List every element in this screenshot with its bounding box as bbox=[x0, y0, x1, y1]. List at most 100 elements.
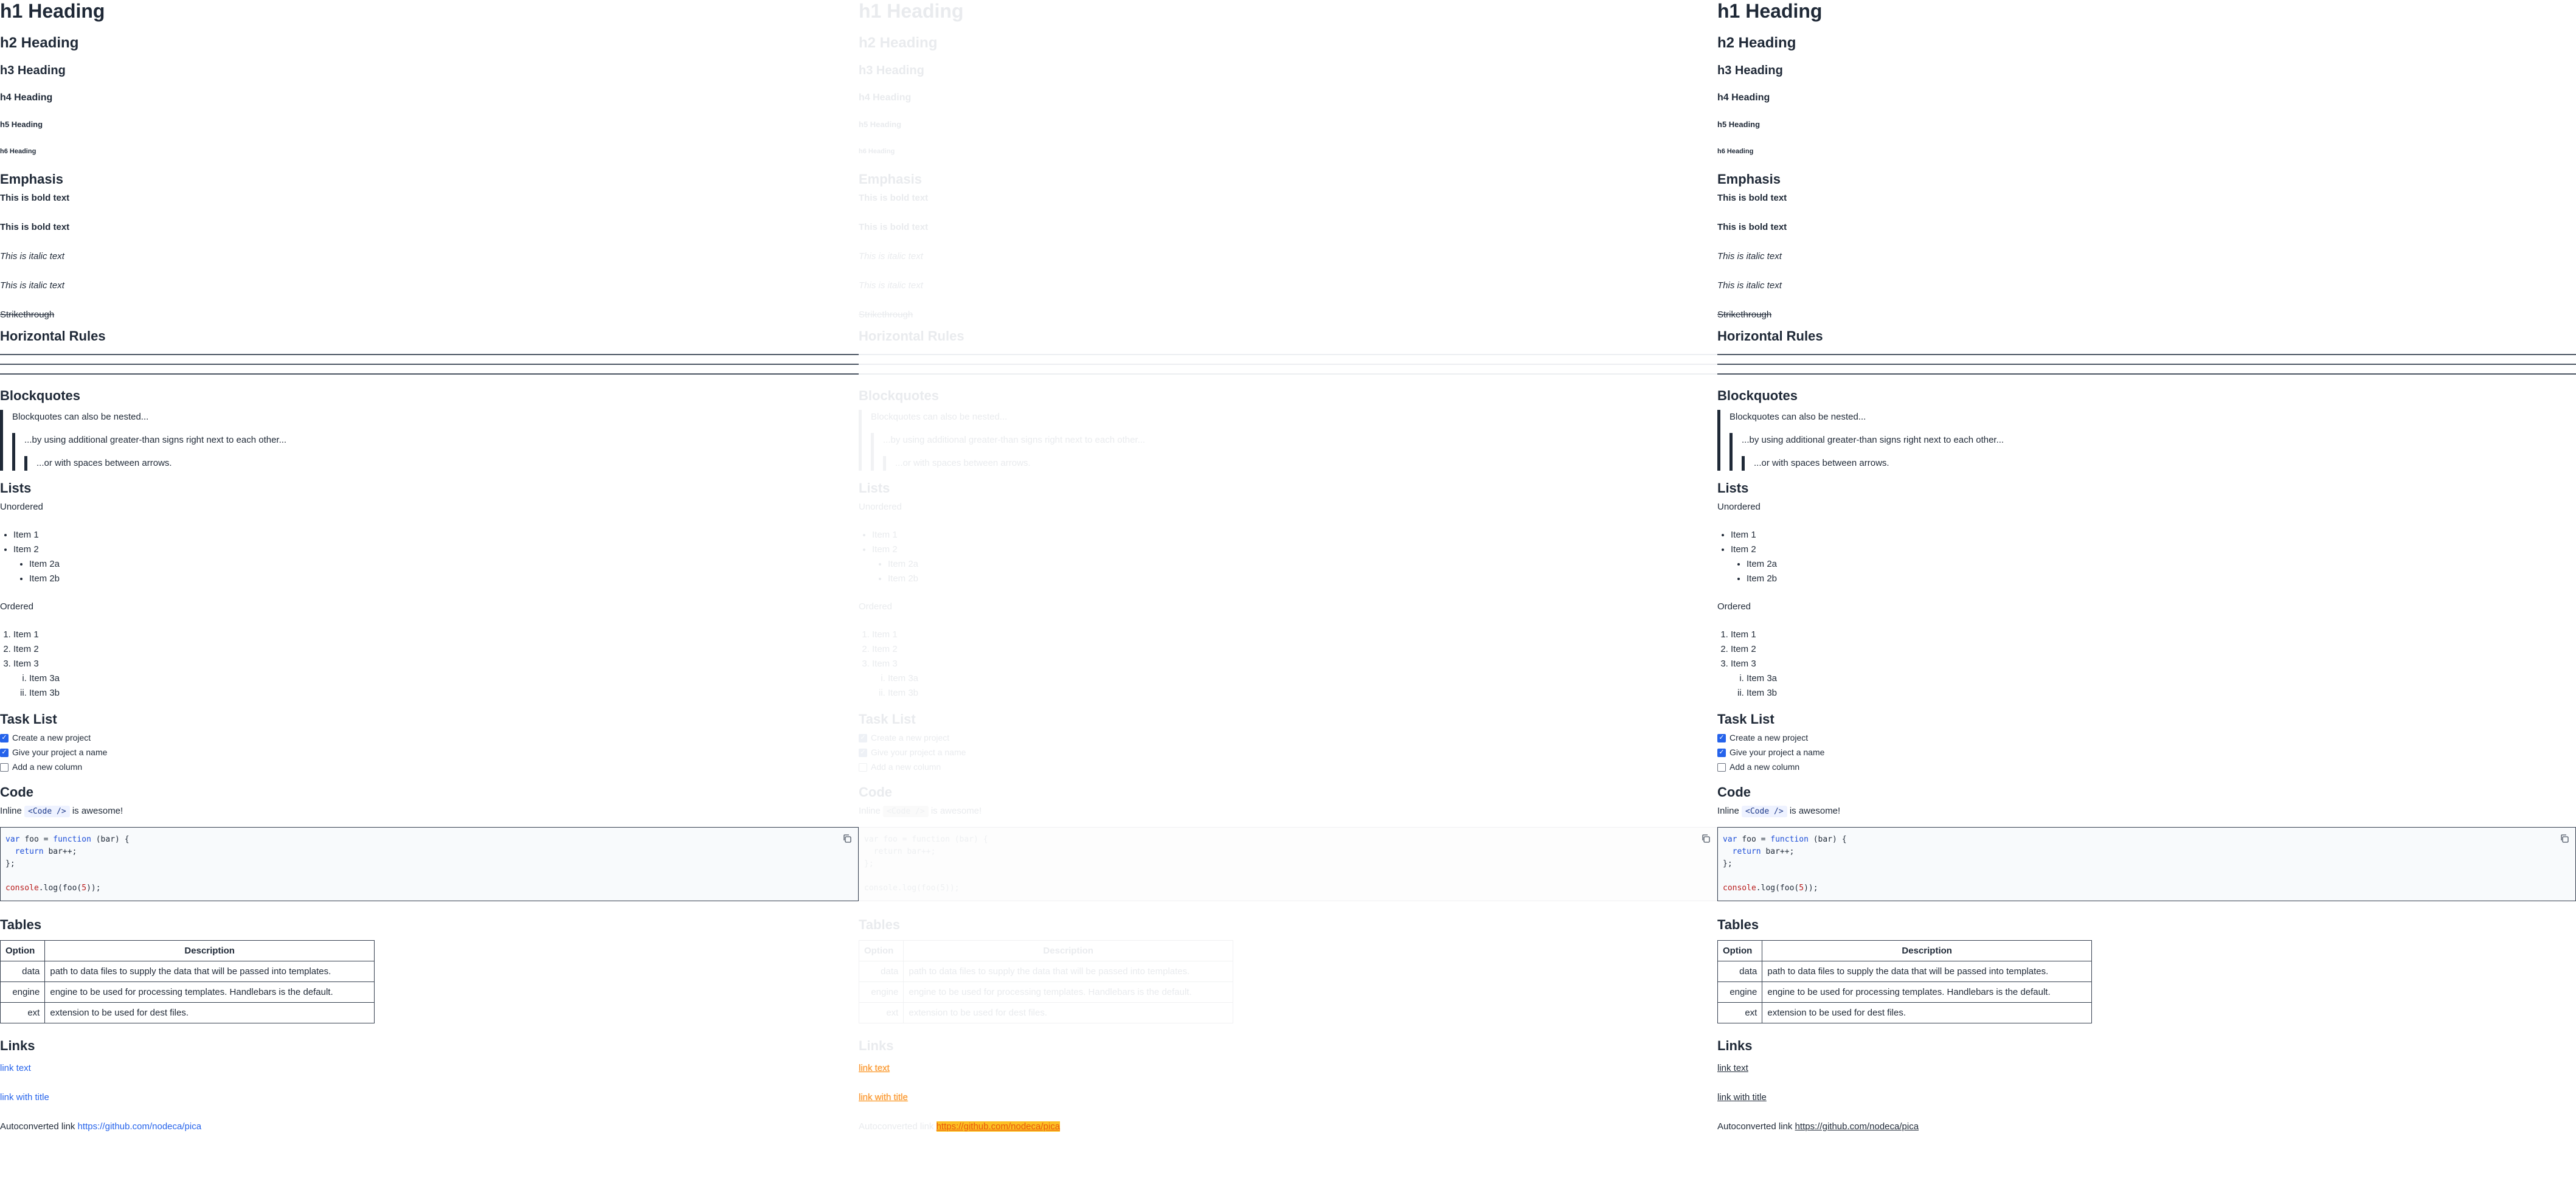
autoconverted-link[interactable]: https://github.com/nodeca/pica bbox=[1795, 1121, 1919, 1132]
list-item: Item 1 bbox=[1731, 628, 2576, 642]
heading-6: h6 Heading bbox=[1717, 148, 1754, 155]
checkbox-checked-icon[interactable]: ✓ bbox=[859, 734, 867, 742]
code-token: )); bbox=[1804, 884, 1818, 893]
task-item[interactable]: ✓ Create a new project bbox=[1717, 731, 2576, 746]
code-token: )); bbox=[86, 884, 101, 893]
copy-icon[interactable] bbox=[2560, 834, 2569, 843]
blockquote-level-2: ...by using additional greater-than sign… bbox=[12, 433, 859, 471]
list-item: Item 3a bbox=[29, 671, 859, 686]
list-item: Item 2a bbox=[1747, 557, 2576, 572]
checkbox-checked-icon[interactable]: ✓ bbox=[859, 749, 867, 757]
link-text[interactable]: link text bbox=[0, 1063, 31, 1073]
unordered-list: Item 1 Item 2 Item 2a Item 2b bbox=[0, 528, 859, 586]
horizontal-rule-2 bbox=[1717, 364, 2576, 365]
checkbox-checked-icon[interactable]: ✓ bbox=[1717, 734, 1726, 742]
table-cell: engine to be used for processing templat… bbox=[1762, 981, 2092, 1003]
table-cell: ext bbox=[0, 1002, 46, 1023]
checkbox-checked-icon[interactable]: ✓ bbox=[0, 749, 9, 757]
task-label: Give your project a name bbox=[12, 747, 108, 758]
code-block: var foo = function (bar) { return bar++;… bbox=[0, 827, 859, 901]
unordered-sublist: Item 2a Item 2b bbox=[1731, 557, 2576, 586]
heading-1: h1 Heading bbox=[859, 0, 964, 22]
autoconverted-link[interactable]: https://github.com/nodeca/pica bbox=[78, 1121, 201, 1132]
heading-6: h6 Heading bbox=[0, 148, 36, 155]
link-with-title[interactable]: link with title bbox=[859, 1092, 908, 1102]
code-token: .log(foo( bbox=[897, 884, 941, 893]
horizontal-rule-3 bbox=[859, 373, 1717, 375]
heading-4: h4 Heading bbox=[859, 92, 912, 103]
checkbox-unchecked-icon[interactable] bbox=[859, 763, 867, 772]
blockquote-text-1: Blockquotes can also be nested... bbox=[1729, 412, 1866, 422]
italic-text-1: This is italic text bbox=[0, 251, 64, 261]
list-item-label: Item 3 bbox=[872, 659, 898, 669]
code-line: }; bbox=[5, 859, 15, 868]
table-cell: data bbox=[1717, 961, 1763, 982]
checkbox-checked-icon[interactable]: ✓ bbox=[0, 734, 9, 742]
code-token: var bbox=[864, 835, 879, 844]
list-item: Item 3 Item 3a Item 3b bbox=[872, 657, 1717, 701]
unordered-list: Item 1 Item 2 Item 2a Item 2b bbox=[859, 528, 1717, 586]
copy-icon[interactable] bbox=[842, 834, 852, 843]
list-item: Item 2a bbox=[29, 557, 859, 572]
list-item: Item 2a bbox=[888, 557, 1717, 572]
list-item: Item 1 bbox=[872, 628, 1717, 642]
task-item[interactable]: ✓ Create a new project bbox=[0, 731, 859, 746]
task-item[interactable]: ✓ Create a new project bbox=[859, 731, 1717, 746]
code-token: .log(foo( bbox=[1756, 884, 1799, 893]
tables-title: Tables bbox=[1717, 917, 1759, 932]
link-text[interactable]: link text bbox=[1717, 1063, 1748, 1073]
checkbox-checked-icon[interactable]: ✓ bbox=[1717, 749, 1726, 757]
task-item[interactable]: Add a new column bbox=[859, 760, 1717, 775]
list-item: Item 2 bbox=[1731, 642, 2576, 657]
list-item: Item 1 bbox=[13, 628, 859, 642]
autoconverted-link[interactable]: https://github.com/nodeca/pica bbox=[936, 1121, 1061, 1132]
copy-icon[interactable] bbox=[1701, 834, 1711, 843]
checkbox-unchecked-icon[interactable] bbox=[1717, 763, 1726, 772]
bold-text-1: This is bold text bbox=[1717, 193, 1787, 203]
task-label: Give your project a name bbox=[871, 747, 966, 758]
table-row: engine engine to be used for processing t… bbox=[0, 981, 375, 1003]
table-row: data path to data files to supply the dat… bbox=[0, 961, 375, 982]
inline-prefix: Inline bbox=[0, 806, 22, 816]
code-token: .log(foo( bbox=[38, 884, 82, 893]
blockquote-level-2: ...by using additional greater-than sign… bbox=[1729, 433, 2576, 471]
emphasis-title: Emphasis bbox=[859, 171, 922, 187]
code-token: foo = bbox=[883, 835, 912, 844]
ordered-label: Ordered bbox=[1717, 601, 1751, 612]
list-item: Item 1 bbox=[1731, 528, 2576, 542]
blockquotes-title: Blockquotes bbox=[0, 388, 81, 403]
heading-5: h5 Heading bbox=[0, 120, 43, 129]
task-item[interactable]: Add a new column bbox=[0, 760, 859, 775]
links-title: Links bbox=[859, 1038, 894, 1053]
lists-title: Lists bbox=[1717, 480, 1749, 496]
heading-4: h4 Heading bbox=[0, 92, 53, 103]
blockquote-level-1: Blockquotes can also be nested... ...by … bbox=[0, 410, 859, 471]
code-token: function bbox=[53, 835, 91, 844]
link-text[interactable]: link text bbox=[859, 1063, 890, 1073]
horizontal-rules-title: Horizontal Rules bbox=[859, 328, 964, 344]
ordered-list: Item 1 Item 2 Item 3 Item 3a Item 3b bbox=[1717, 628, 2576, 701]
table-header: Description bbox=[44, 940, 375, 961]
horizontal-rule-1 bbox=[1717, 354, 2576, 355]
blockquote-text-1: Blockquotes can also be nested... bbox=[871, 412, 1008, 422]
blockquote-level-3: ...or with spaces between arrows. bbox=[24, 456, 859, 471]
code-title: Code bbox=[0, 784, 33, 800]
table-cell: ext bbox=[1717, 1002, 1763, 1023]
autoconverted-label: Autoconverted link bbox=[859, 1121, 934, 1132]
task-item[interactable]: ✓ Give your project a name bbox=[1717, 746, 2576, 760]
inline-code: <Code /> bbox=[1742, 806, 1787, 817]
blockquotes-title: Blockquotes bbox=[1717, 388, 1798, 403]
italic-text-1: This is italic text bbox=[1717, 251, 1782, 261]
list-item: Item 1 bbox=[872, 528, 1717, 542]
bold-text-1: This is bold text bbox=[859, 193, 929, 203]
table-row: engine engine to be used for processing t… bbox=[859, 981, 1233, 1003]
list-item: Item 2b bbox=[888, 572, 1717, 586]
code-token: return bbox=[873, 847, 902, 856]
inline-code-line: Inline <Code /> is awesome! bbox=[859, 804, 1717, 819]
task-item[interactable]: ✓ Give your project a name bbox=[859, 746, 1717, 760]
task-item[interactable]: ✓ Give your project a name bbox=[0, 746, 859, 760]
link-with-title[interactable]: link with title bbox=[0, 1092, 49, 1102]
link-with-title[interactable]: link with title bbox=[1717, 1092, 1767, 1102]
checkbox-unchecked-icon[interactable] bbox=[0, 763, 9, 772]
task-item[interactable]: Add a new column bbox=[1717, 760, 2576, 775]
